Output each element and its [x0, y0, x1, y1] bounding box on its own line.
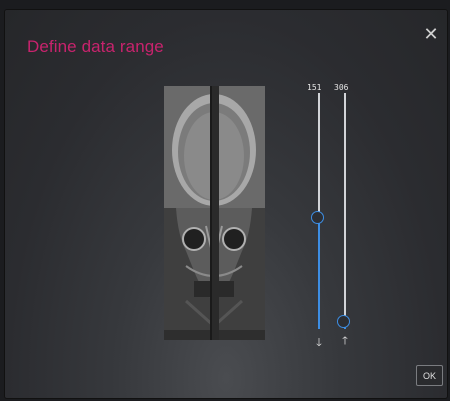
- lower-slider-thumb[interactable]: [311, 211, 324, 225]
- lower-slider-fill: [318, 218, 320, 329]
- lower-value-label: 151: [307, 83, 322, 92]
- arrow-down-icon: 🡓: [316, 337, 322, 349]
- close-icon[interactable]: ✕: [421, 24, 441, 44]
- dialog-title: Define data range: [27, 37, 164, 56]
- upper-slider-thumb[interactable]: [337, 314, 350, 328]
- upper-slider-track[interactable]: [344, 93, 346, 329]
- upper-value-label: 306: [334, 83, 349, 92]
- ok-button[interactable]: OK: [416, 365, 443, 386]
- define-data-range-dialog: Define data range ✕ 151 🡓 306 🡑 OK: [5, 10, 447, 398]
- ct-preview-image: [164, 86, 265, 340]
- arrow-up-icon: 🡑: [342, 335, 348, 347]
